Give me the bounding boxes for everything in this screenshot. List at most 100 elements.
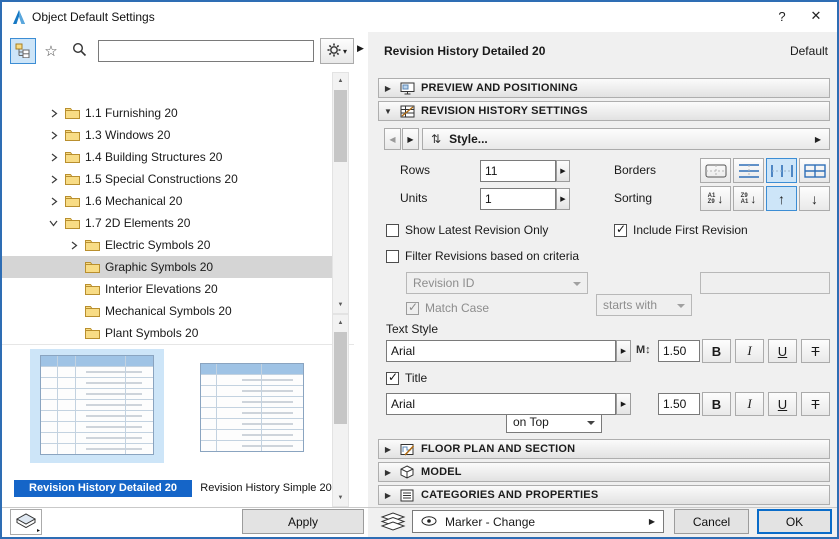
marker-dropdown[interactable]: Marker - Change ▶ <box>412 510 664 533</box>
previous-favorite-button[interactable]: ◀ <box>384 128 401 150</box>
chevron-right-icon[interactable] <box>68 239 80 251</box>
sort-za-icon: Z9A1 <box>741 193 749 205</box>
cancel-button[interactable]: Cancel <box>674 509 749 534</box>
chevron-down-icon[interactable] <box>48 217 60 229</box>
title-strikethrough-button[interactable]: T <box>801 392 830 416</box>
floor-plan-icon <box>397 443 417 456</box>
style-flyout-button[interactable]: ⇅ Style... ▶ <box>422 128 830 150</box>
preview-scrollbar[interactable]: ▲ ▼ <box>332 314 349 507</box>
scroll-up-icon[interactable]: ▲ <box>333 315 348 331</box>
tree-item[interactable]: 1.7 2D Elements 20 <box>2 212 332 234</box>
section-preview-and-positioning[interactable]: ▶ PREVIEW AND POSITIONING <box>378 78 830 98</box>
underline-button[interactable]: U <box>768 339 797 363</box>
criteria-operator-dropdown[interactable]: starts with <box>596 294 692 316</box>
title-underline-button[interactable]: U <box>768 392 797 416</box>
criteria-field-dropdown[interactable]: Revision ID <box>406 272 588 294</box>
chevron-right-icon[interactable] <box>48 195 60 207</box>
triangle-down-icon: ▼ <box>379 107 397 116</box>
tree-item[interactable]: Interior Elevations 20 <box>2 278 332 300</box>
title-font-input[interactable] <box>386 393 616 415</box>
filter-revisions-checkbox[interactable]: Filter Revisions based on criteria <box>386 248 579 264</box>
body-font-input[interactable] <box>386 340 616 362</box>
ok-button[interactable]: OK <box>757 509 832 534</box>
tree-item-label: Mechanical Symbols 20 <box>105 304 232 318</box>
body-size-input[interactable] <box>658 340 700 362</box>
window-title: Object Default Settings <box>32 10 155 24</box>
next-favorite-button[interactable]: ▶ <box>402 128 419 150</box>
scroll-down-icon[interactable]: ▼ <box>333 297 348 313</box>
scrollbar-thumb[interactable] <box>334 90 347 162</box>
apply-button[interactable]: Apply <box>242 509 364 534</box>
checkbox-box[interactable] <box>406 302 419 315</box>
scroll-down-icon[interactable]: ▼ <box>333 490 348 506</box>
border-style-horizontal-button[interactable] <box>733 158 764 183</box>
revision-table-simple-thumbnail[interactable] <box>200 363 304 452</box>
help-button[interactable]: ? <box>767 2 797 30</box>
preview-label[interactable]: Revision History Simple 20 <box>192 482 340 494</box>
checkbox-box[interactable] <box>386 250 399 263</box>
border-style-grid-button[interactable] <box>799 158 830 183</box>
sort-down-button[interactable]: ↓ <box>799 186 830 211</box>
tree-item[interactable]: Mechanical Symbols 20 <box>2 300 332 322</box>
settings-menu-button[interactable]: ▾ <box>320 38 354 64</box>
tree-item[interactable]: Plant Symbols 20 <box>2 322 332 344</box>
tree-item[interactable]: 1.1 Furnishing 20 <box>2 102 332 124</box>
favorites-button[interactable]: ☆ <box>38 38 64 64</box>
rows-flyout-button[interactable]: ▶ <box>556 160 570 182</box>
folder-view-button[interactable] <box>10 38 36 64</box>
chevron-right-icon[interactable] <box>48 173 60 185</box>
preview-label-selected[interactable]: Revision History Detailed 20 <box>14 480 192 497</box>
tree-item-selected[interactable]: Graphic Symbols 20 <box>2 256 332 278</box>
close-button[interactable]: ✕ <box>801 2 831 30</box>
tree-item[interactable]: 1.5 Special Constructions 20 <box>2 168 332 190</box>
collapse-panel-arrow[interactable]: ▶ <box>357 43 364 54</box>
tree-scrollbar[interactable]: ▲ ▼ <box>332 72 349 314</box>
section-floor-plan-and-section[interactable]: ▶ FLOOR PLAN AND SECTION <box>378 439 830 459</box>
title-bold-button[interactable]: B <box>702 392 731 416</box>
bold-button[interactable]: B <box>702 339 731 363</box>
title-italic-button[interactable]: I <box>735 392 764 416</box>
italic-button[interactable]: I <box>735 339 764 363</box>
match-case-checkbox[interactable]: Match Case <box>406 300 489 316</box>
rows-input[interactable] <box>480 160 556 182</box>
sort-ascending-button[interactable]: A1Z9 ↓ <box>700 186 731 211</box>
chevron-right-icon[interactable] <box>48 129 60 141</box>
revision-table-detailed-thumbnail[interactable] <box>40 355 154 455</box>
title-font-flyout-button[interactable]: ▶ <box>616 393 631 415</box>
criteria-operator-value: starts with <box>603 298 657 312</box>
scroll-up-icon[interactable]: ▲ <box>333 73 348 89</box>
tree-item[interactable]: 1.3 Windows 20 <box>2 124 332 146</box>
section-model[interactable]: ▶ MODEL <box>378 462 830 482</box>
tree-item[interactable]: 1.4 Building Structures 20 <box>2 146 332 168</box>
units-input[interactable] <box>480 188 556 210</box>
show-latest-checkbox[interactable]: Show Latest Revision Only <box>386 222 548 238</box>
title-checkbox[interactable]: Title <box>386 370 427 386</box>
border-style-vertical-button[interactable] <box>766 158 797 183</box>
section-categories-and-properties[interactable]: ▶ CATEGORIES AND PROPERTIES <box>378 485 830 505</box>
body-font-flyout-button[interactable]: ▶ <box>616 340 631 362</box>
strikethrough-button[interactable]: T <box>801 339 830 363</box>
element-type-button[interactable]: ▸ <box>10 509 42 535</box>
chevron-right-icon[interactable] <box>48 151 60 163</box>
library-browser-panel: ☆ <box>2 32 368 507</box>
checkbox-box[interactable] <box>386 224 399 237</box>
tree-item[interactable]: 1.6 Mechanical 20 <box>2 190 332 212</box>
sort-descending-button[interactable]: Z9A1 ↓ <box>733 186 764 211</box>
star-icon: ☆ <box>44 42 57 60</box>
section-revision-history-settings[interactable]: ▼ REVISION HISTORY SETTINGS <box>378 101 830 121</box>
gear-icon <box>327 43 341 60</box>
chevron-right-icon[interactable] <box>48 107 60 119</box>
layers-icon[interactable] <box>380 512 406 534</box>
border-style-outline-button[interactable] <box>700 158 731 183</box>
title-size-input[interactable] <box>658 393 700 415</box>
search-button[interactable] <box>66 38 92 64</box>
checkbox-box[interactable] <box>386 372 399 385</box>
sort-up-button[interactable]: ↑ <box>766 186 797 211</box>
criteria-value-input[interactable] <box>700 272 830 294</box>
tree-item[interactable]: Electric Symbols 20 <box>2 234 332 256</box>
scrollbar-thumb[interactable] <box>334 332 347 424</box>
units-flyout-button[interactable]: ▶ <box>556 188 570 210</box>
search-input[interactable] <box>98 40 314 62</box>
checkbox-box[interactable] <box>614 224 627 237</box>
include-first-checkbox[interactable]: Include First Revision <box>614 222 748 238</box>
